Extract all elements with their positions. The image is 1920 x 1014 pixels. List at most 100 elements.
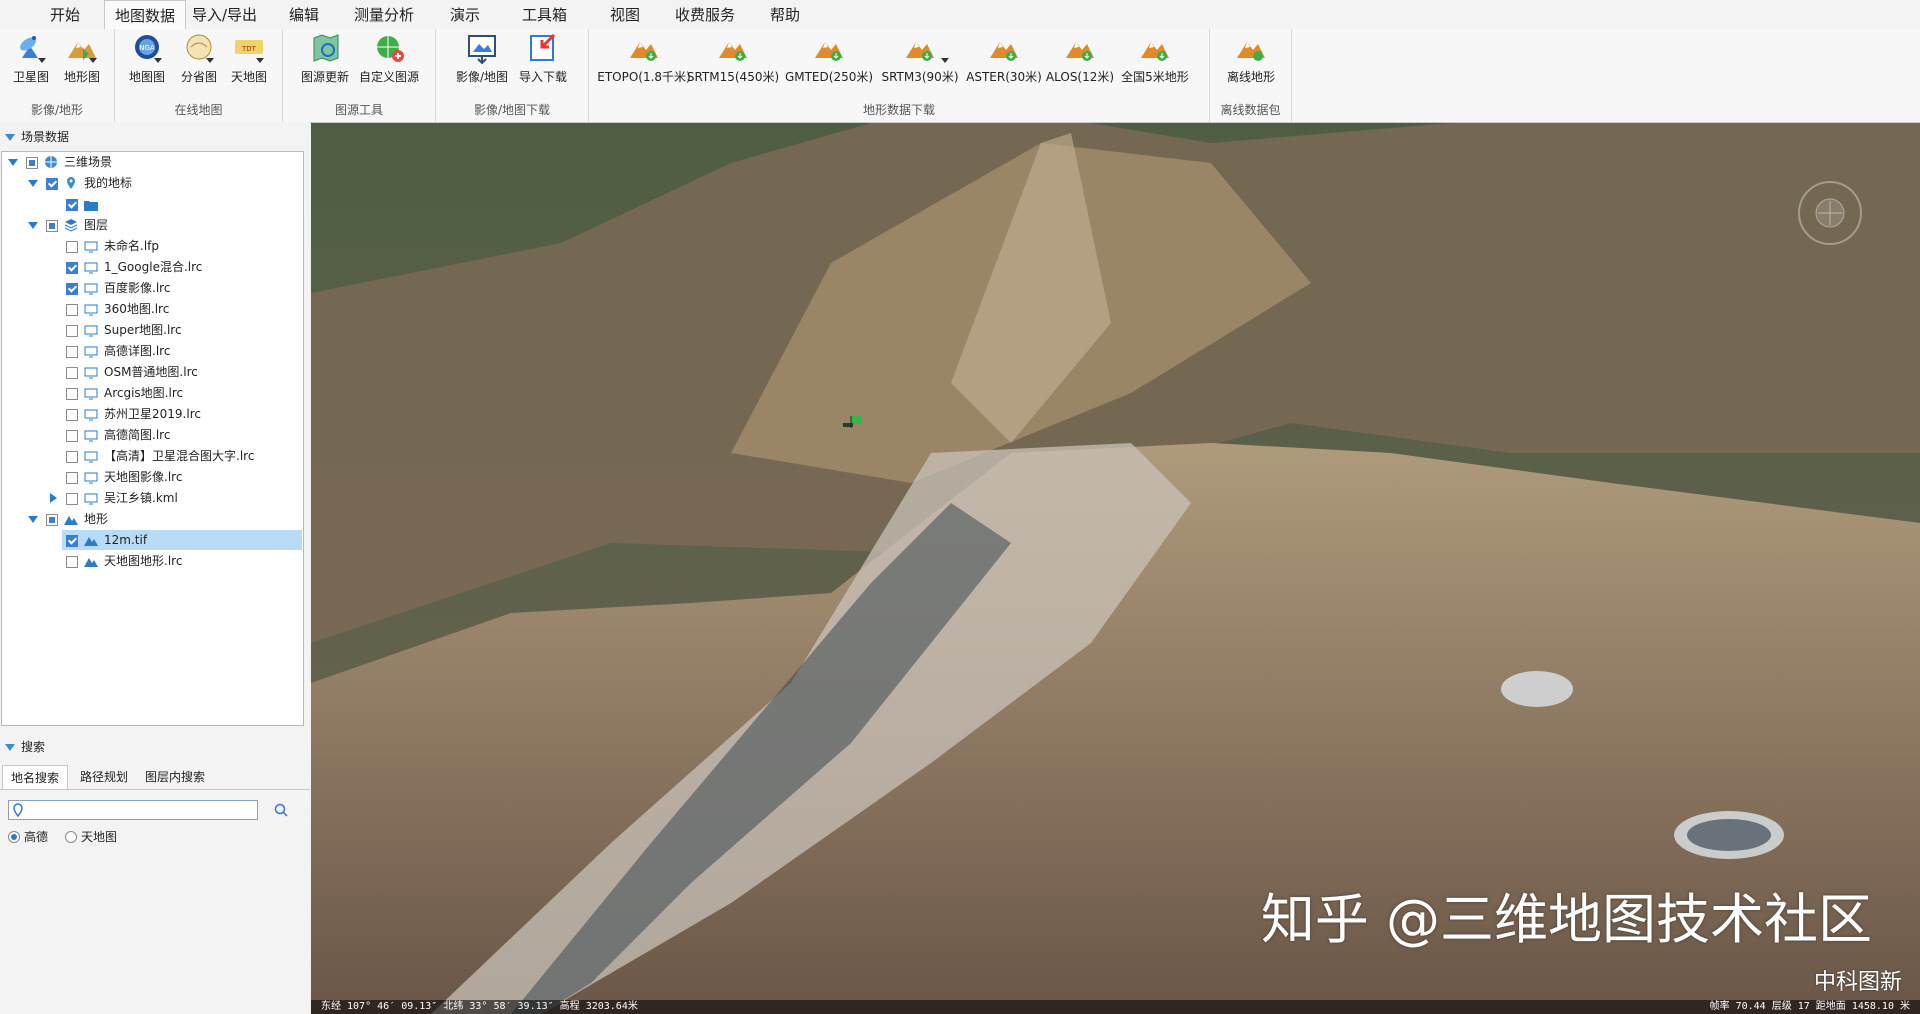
collapse-icon[interactable] [5, 134, 15, 141]
tab-layer-search[interactable]: 图层内搜索 [137, 765, 213, 789]
checkbox[interactable] [66, 556, 78, 568]
dropdown-icon[interactable] [256, 58, 264, 63]
national-5m-terrain-button[interactable]: 全国5米地形 [1121, 32, 1189, 92]
checkbox[interactable] [66, 241, 78, 253]
group-online-map: NGA 地图图 分省图 TDT 天地图 在线地图 [115, 29, 283, 122]
group-label: 离线数据包 [1220, 103, 1281, 117]
search-icon[interactable] [274, 803, 288, 820]
search-input[interactable] [8, 800, 258, 820]
tab-place-search[interactable]: 地名搜索 [2, 765, 69, 790]
group-label: 影像/地形 [30, 103, 84, 117]
import-download-button[interactable]: 导入下载 [513, 32, 573, 92]
checkbox[interactable] [66, 367, 78, 379]
tree-node-layer[interactable]: 天地图影像.lrc [2, 467, 302, 487]
tree-node-layer[interactable]: 1_Google混合.lrc [2, 257, 302, 277]
dropdown-icon[interactable] [154, 58, 162, 63]
tab-route-planning[interactable]: 路径规划 [72, 765, 136, 789]
terrain-icon [65, 32, 99, 64]
checkbox[interactable] [66, 262, 78, 274]
menu-start[interactable]: 开始 [40, 0, 90, 29]
placemark-flag-icon[interactable] [843, 415, 863, 432]
tree-node-layer[interactable]: Arcgis地图.lrc [2, 383, 302, 403]
monitor-icon [84, 239, 98, 253]
tree-node-layers[interactable]: 图层 [2, 215, 302, 235]
etopo-button[interactable]: ETOPO(1.8千米) [597, 32, 691, 92]
checkbox[interactable] [66, 451, 78, 463]
checkbox[interactable] [66, 493, 78, 505]
coordinates-readout: 东经 107° 46′ 09.13″ 北纬 33° 58′ 39.13″ 高程 … [321, 1001, 638, 1012]
group-map-download: 影像/地图 导入下载 影像/地图下载 [436, 29, 589, 122]
tree-node-layer[interactable]: 360地图.lrc [2, 299, 302, 319]
tianditu-button[interactable]: TDT 天地图 [219, 32, 279, 92]
search-header[interactable]: 搜索 [0, 736, 310, 758]
dropdown-icon[interactable] [89, 58, 97, 63]
radio-tianditu[interactable] [65, 831, 77, 843]
menu-toolbox[interactable]: 工具箱 [512, 0, 577, 29]
tree-node-my-placemarks[interactable]: 我的地标 [2, 173, 302, 193]
tree-node-layer[interactable]: 吴江乡镇.kml [2, 488, 302, 508]
tree-node-layer[interactable]: Super地图.lrc [2, 320, 302, 340]
menu-help[interactable]: 帮助 [760, 0, 810, 29]
scene-data-header[interactable]: 场景数据 [0, 126, 310, 148]
dropdown-icon[interactable] [206, 58, 214, 63]
checkbox[interactable] [66, 388, 78, 400]
checkbox[interactable] [66, 409, 78, 421]
monitor-icon [84, 302, 98, 316]
menu-demo[interactable]: 演示 [440, 0, 490, 29]
tree-node-layer[interactable]: 【高清】卫星混合图大字.lrc [2, 446, 302, 466]
tree-node-terrain-file[interactable]: 12m.tif [62, 530, 302, 550]
srtm15-button[interactable]: SRTM15(450米) [687, 32, 779, 92]
checkbox[interactable] [66, 304, 78, 316]
tree-node-3d-scene[interactable]: 三维场景 [2, 152, 302, 172]
srtm3-button[interactable]: SRTM3(90米) [881, 32, 959, 92]
compass-icon [1815, 198, 1845, 228]
gmted-button[interactable]: GMTED(250米) [785, 32, 873, 92]
radio-label-gaode: 高德 [24, 830, 49, 844]
map-refresh-icon [308, 32, 342, 64]
tree-node-layer[interactable]: OSM普通地图.lrc [2, 362, 302, 382]
checkbox[interactable] [66, 283, 78, 295]
menu-edit[interactable]: 编辑 [279, 0, 329, 29]
expand-icon[interactable] [28, 516, 38, 523]
expand-icon[interactable] [50, 493, 57, 503]
checkbox[interactable] [66, 535, 78, 547]
expand-icon[interactable] [28, 222, 38, 229]
custom-source-button[interactable]: 自定义图源 [359, 32, 419, 92]
map-3d-view[interactable]: 知乎 @三维地图技术社区 中科图新 东经 107° 46′ 09.13″ 北纬 … [311, 123, 1920, 1014]
tree-node-folder[interactable] [2, 194, 302, 214]
radio-gaode[interactable] [8, 831, 20, 843]
collapse-icon[interactable] [5, 744, 15, 751]
checkbox[interactable] [66, 325, 78, 337]
tree-node-layer[interactable]: 苏州卫星2019.lrc [2, 404, 302, 424]
tree-node-terrain[interactable]: 地形 [2, 509, 302, 529]
expand-icon[interactable] [8, 159, 18, 166]
tree-node-layer[interactable]: 百度影像.lrc [2, 278, 302, 298]
nga-globe-icon: NGA [130, 32, 164, 64]
checkbox[interactable] [66, 199, 78, 211]
tree-node-terrain-file[interactable]: 天地图地形.lrc [2, 551, 302, 571]
checkbox[interactable] [66, 430, 78, 442]
dropdown-icon[interactable] [941, 58, 949, 63]
expand-icon[interactable] [28, 180, 38, 187]
menu-map-data[interactable]: 地图数据 [104, 0, 187, 29]
folder-icon [84, 197, 98, 211]
menu-import-export[interactable]: 导入/导出 [182, 0, 267, 29]
checkbox[interactable] [26, 157, 38, 169]
monitor-icon [84, 260, 98, 274]
tree-node-layer[interactable]: 高德详图.lrc [2, 341, 302, 361]
checkbox[interactable] [66, 346, 78, 358]
alos-button[interactable]: ALOS(12米) [1046, 32, 1114, 92]
menu-paid-service[interactable]: 收费服务 [665, 0, 745, 29]
offline-terrain-button[interactable]: 离线地形 [1221, 32, 1281, 92]
dropdown-icon[interactable] [38, 58, 46, 63]
tree-node-layer[interactable]: 高德简图.lrc [2, 425, 302, 445]
tree-node-layer[interactable]: 未命名.lfp [2, 236, 302, 256]
checkbox[interactable] [46, 178, 58, 190]
menu-view[interactable]: 视图 [600, 0, 650, 29]
navigation-compass[interactable] [1798, 181, 1862, 245]
menu-measure[interactable]: 测量分析 [344, 0, 424, 29]
checkbox[interactable] [66, 472, 78, 484]
checkbox[interactable] [46, 514, 58, 526]
checkbox[interactable] [46, 220, 58, 232]
aster-button[interactable]: ASTER(30米) [966, 32, 1042, 92]
